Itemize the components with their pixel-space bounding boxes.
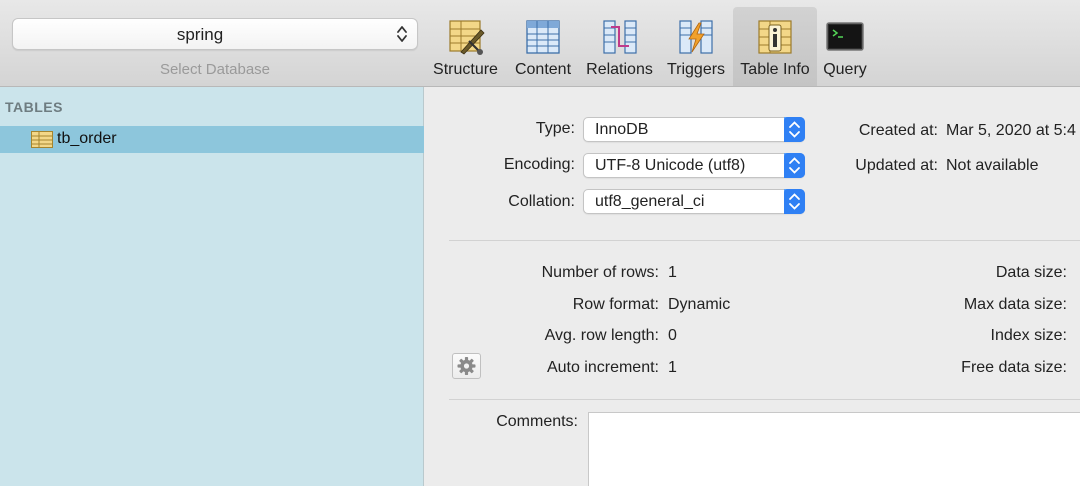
row-format-label: Row format: <box>572 296 659 313</box>
tab-relations[interactable]: Relations <box>582 7 657 86</box>
auto-increment-value: 1 <box>668 359 677 376</box>
tab-relations-label: Relations <box>586 61 653 78</box>
max-data-size-label: Max data size: <box>963 296 1067 313</box>
created-at-value: Mar 5, 2020 at 5:4 <box>946 122 1076 139</box>
free-data-size-label: Free data size: <box>961 359 1067 376</box>
encoding-select[interactable]: UTF-8 Unicode (utf8) <box>583 153 805 178</box>
avg-row-length-value: 0 <box>668 327 677 344</box>
section-divider <box>449 399 1080 400</box>
tab-table-info[interactable]: Table Info <box>733 7 817 86</box>
collation-select-value: utf8_general_ci <box>595 193 705 210</box>
number-of-rows-label: Number of rows: <box>541 264 659 281</box>
tab-content[interactable]: Content <box>509 7 577 86</box>
type-label: Type: <box>535 120 575 137</box>
number-of-rows-value: 1 <box>668 264 677 281</box>
updated-at-value: Not available <box>946 157 1039 174</box>
tables-sidebar: TABLES tb_order <box>0 87 424 486</box>
tab-content-label: Content <box>514 61 572 78</box>
tab-structure[interactable]: Structure <box>427 7 504 86</box>
auto-increment-label: Auto increment: <box>546 359 659 376</box>
stepper-arrows-icon <box>784 189 805 214</box>
gear-icon <box>457 357 476 375</box>
toolbar: spring Select Database Structure Content… <box>0 0 1080 87</box>
query-terminal-icon <box>826 22 864 51</box>
stepper-arrows-icon <box>784 153 805 178</box>
table-info-panel: Type: InnoDB Encoding: UTF-8 Unicode (ut… <box>425 87 1080 486</box>
updated-at-label: Updated at: <box>855 157 938 174</box>
sidebar-item-label: tb_order <box>57 130 117 147</box>
tab-query-label: Query <box>823 61 867 78</box>
triggers-icon <box>679 20 713 54</box>
select-database-caption: Select Database <box>159 61 271 78</box>
select-arrows-icon <box>397 26 407 42</box>
tables-header: TABLES <box>5 99 63 115</box>
index-size-label: Index size: <box>990 327 1067 344</box>
auto-increment-gear-button[interactable] <box>452 353 481 379</box>
encoding-label: Encoding: <box>503 156 575 173</box>
created-at-label: Created at: <box>858 122 938 139</box>
table-info-icon <box>758 20 792 54</box>
comments-label: Comments: <box>496 413 578 430</box>
content-icon <box>526 20 560 54</box>
type-select-value: InnoDB <box>595 121 649 138</box>
section-divider <box>449 240 1080 241</box>
comments-textarea[interactable] <box>588 412 1080 486</box>
tab-query[interactable]: Query <box>819 7 871 86</box>
stepper-arrows-icon <box>784 117 805 142</box>
structure-icon <box>448 20 485 55</box>
encoding-select-value: UTF-8 Unicode (utf8) <box>595 157 746 174</box>
collation-select[interactable]: utf8_general_ci <box>583 189 805 214</box>
sidebar-item-tb-order[interactable]: tb_order <box>0 126 424 153</box>
row-format-value: Dynamic <box>668 296 731 313</box>
type-select[interactable]: InnoDB <box>583 117 805 142</box>
database-select[interactable]: spring <box>12 18 418 50</box>
tab-triggers[interactable]: Triggers <box>661 7 731 86</box>
table-icon <box>31 131 53 148</box>
tab-triggers-label: Triggers <box>666 61 726 78</box>
tab-table-info-label: Table Info <box>740 61 810 78</box>
database-select-value: spring <box>176 25 224 44</box>
avg-row-length-label: Avg. row length: <box>544 327 659 344</box>
relations-icon <box>602 20 637 54</box>
data-size-label: Data size: <box>995 264 1067 281</box>
tab-structure-label: Structure <box>433 61 498 78</box>
collation-label: Collation: <box>508 193 575 210</box>
